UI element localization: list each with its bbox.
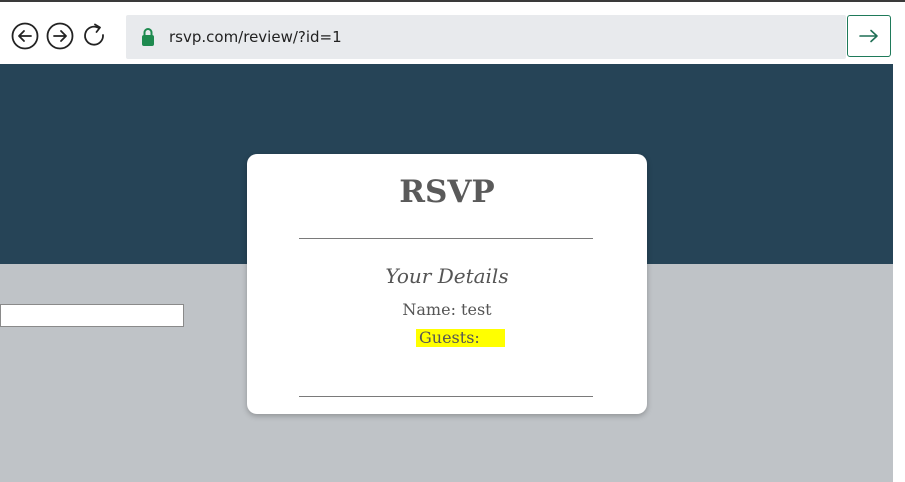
reload-button[interactable] <box>81 22 109 50</box>
guests-value: Guests: <box>416 329 505 347</box>
arrow-right-icon <box>859 29 878 43</box>
details-heading: Your Details <box>385 264 509 288</box>
back-button[interactable] <box>11 22 39 50</box>
go-button[interactable] <box>847 15 891 57</box>
card-title: RSVP <box>399 174 495 210</box>
forward-arrow-icon <box>46 22 74 50</box>
page-content: RSVP Your Details Name: test Guests: <box>0 64 893 482</box>
forward-button[interactable] <box>46 22 74 50</box>
divider-top <box>299 238 593 239</box>
divider-bottom <box>299 396 593 397</box>
back-arrow-icon <box>11 22 39 50</box>
rsvp-card: RSVP Your Details Name: test Guests: <box>247 154 647 414</box>
reload-icon <box>84 23 104 46</box>
url-text: rsvp.com/review/?id=1 <box>169 28 342 46</box>
text-input[interactable] <box>0 304 184 327</box>
browser-toolbar: rsvp.com/review/?id=1 <box>0 2 905 64</box>
address-bar[interactable]: rsvp.com/review/?id=1 <box>126 15 846 59</box>
lock-icon <box>142 28 154 46</box>
name-value: Name: test <box>402 300 492 319</box>
